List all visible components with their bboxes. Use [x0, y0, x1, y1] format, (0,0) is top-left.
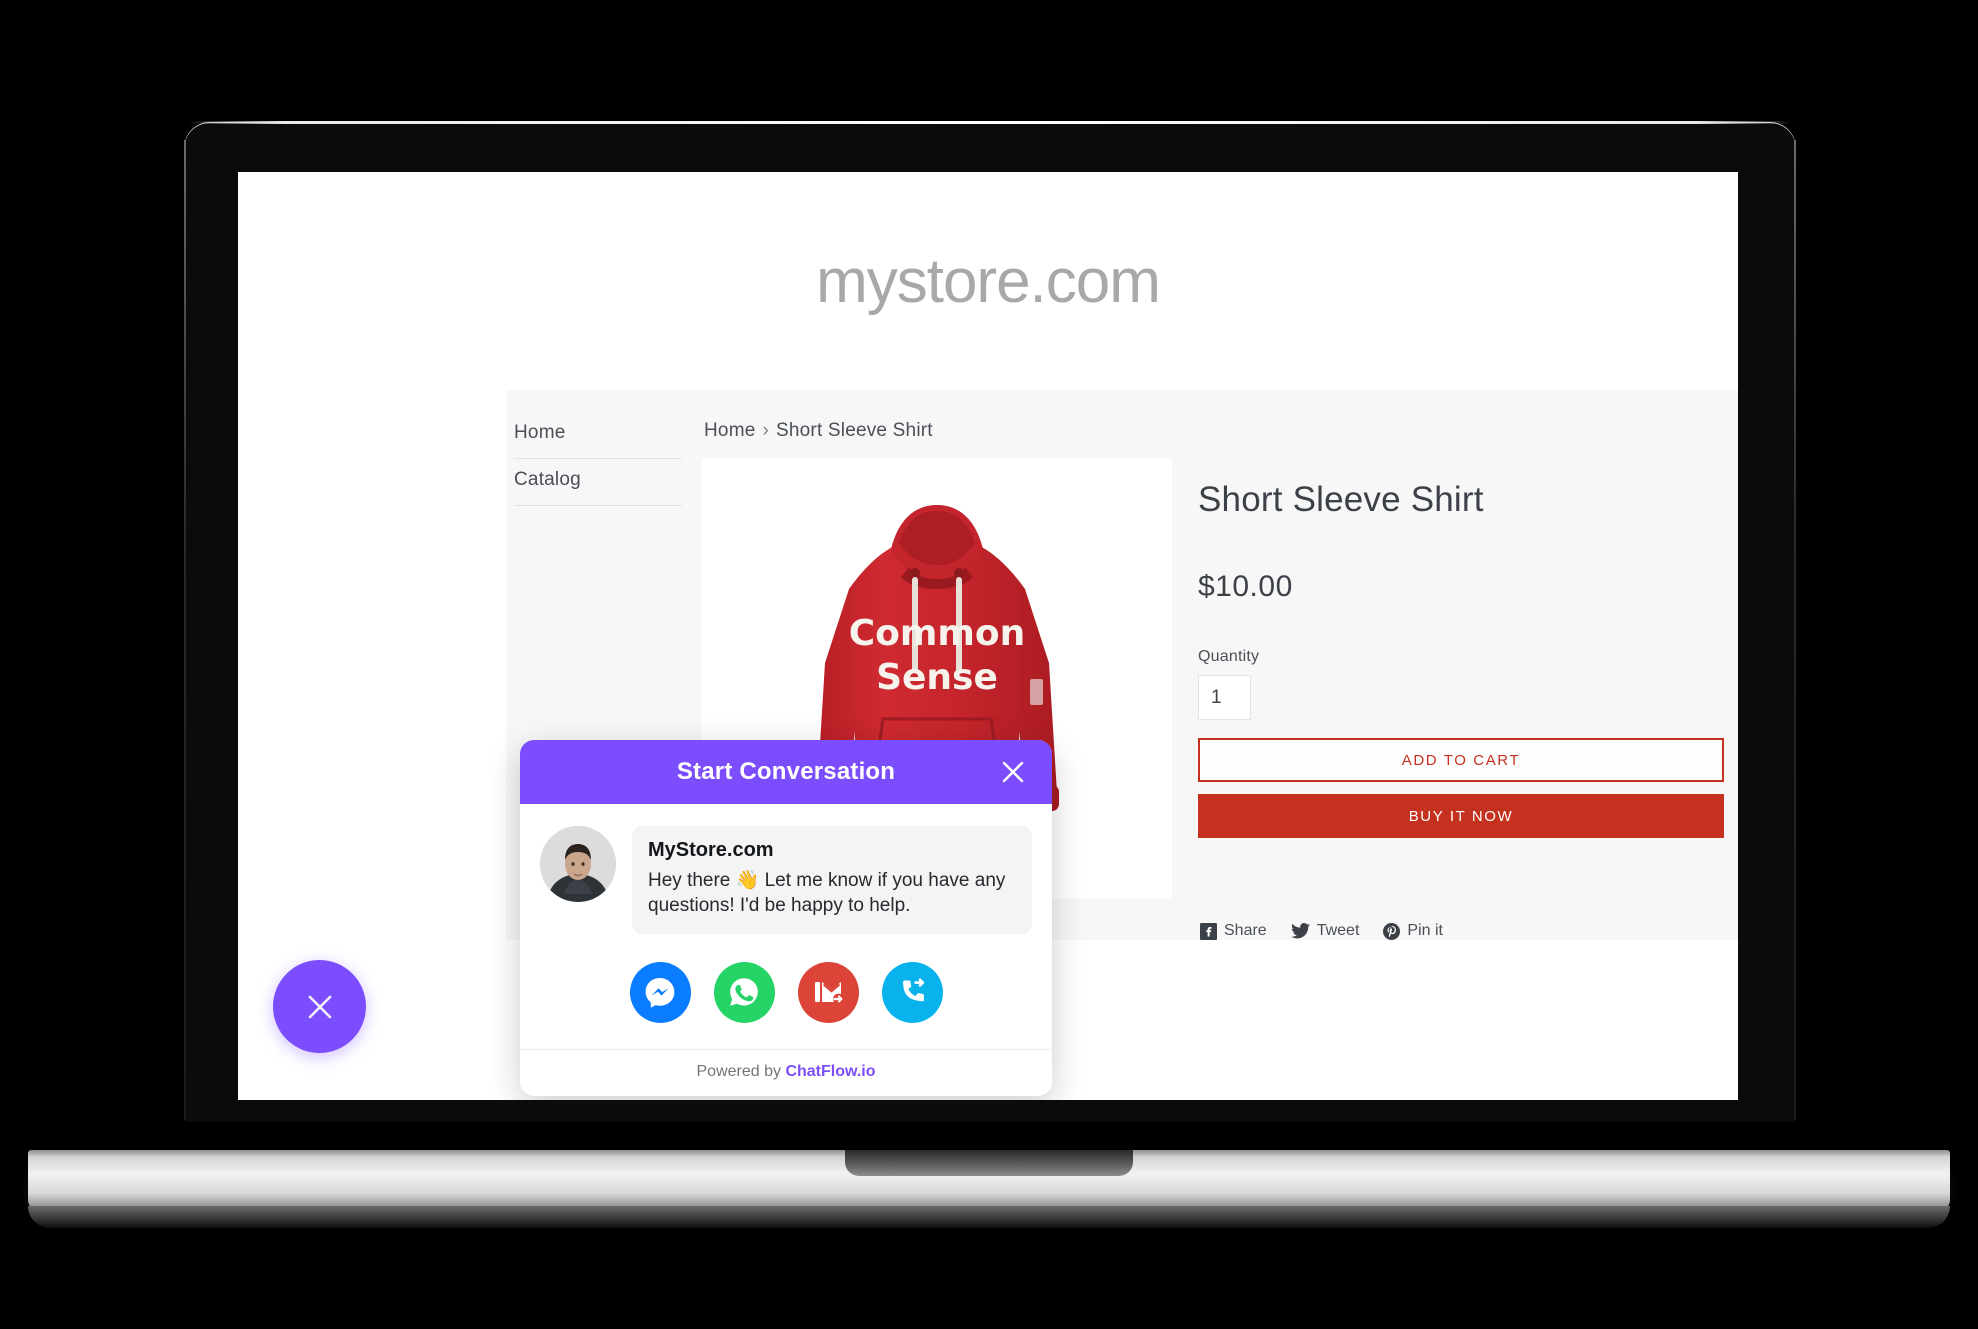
chat-greeting-message: Hey there 👋 Let me know if you have any … — [648, 870, 1006, 917]
chat-widget-header: Start Conversation — [520, 740, 1052, 804]
phone-forward-icon — [903, 978, 925, 1002]
chat-message-bubble: MyStore.com Hey there 👋 Let me know if y… — [632, 826, 1032, 934]
laptop-screen: mystore.com Home Catalog Home › Short Slee… — [238, 172, 1738, 1100]
breadcrumb-home-link[interactable]: Home — [704, 420, 755, 441]
share-pinterest-label: Pin it — [1407, 922, 1443, 939]
pinterest-icon — [1383, 922, 1401, 940]
laptop-mockup-stage: mystore.com Home Catalog Home › Short Slee… — [0, 0, 1978, 1329]
phone-channel-button[interactable] — [881, 961, 943, 1023]
chat-channel-row — [520, 944, 1052, 1049]
site-header: mystore.com — [238, 172, 1738, 390]
messenger-channel-button[interactable] — [629, 961, 691, 1023]
buy-it-now-button[interactable]: BUY IT NOW — [1198, 794, 1724, 838]
product-price: $10.00 — [1198, 570, 1293, 603]
facebook-icon — [1200, 922, 1217, 940]
sidebar-item-home[interactable]: Home — [514, 412, 682, 459]
chat-toggle-fab[interactable] — [273, 960, 366, 1053]
laptop-lid-top-edge — [188, 121, 1792, 124]
laptop-lid-left-edge — [184, 140, 186, 1120]
chat-widget-body: MyStore.com Hey there 👋 Let me know if y… — [520, 804, 1052, 944]
whatsapp-icon — [730, 978, 758, 1006]
laptop-lid-right-edge — [1794, 140, 1796, 1120]
breadcrumb: Home › Short Sleeve Shirt — [702, 412, 1724, 458]
close-icon[interactable] — [998, 757, 1028, 787]
add-to-cart-button[interactable]: ADD TO CART — [1198, 738, 1724, 782]
messenger-icon — [645, 978, 675, 1008]
breadcrumb-current: Short Sleeve Shirt — [776, 420, 933, 441]
close-icon-glyph — [1002, 761, 1024, 783]
product-info: Short Sleeve Shirt $10.00 Quantity ADD T… — [1198, 458, 1724, 898]
chatflow-brand-link[interactable]: ChatFlow.io — [785, 1063, 875, 1080]
laptop-base-foot — [28, 1206, 1950, 1228]
breadcrumb-separator-icon: › — [762, 420, 770, 441]
avatar — [540, 826, 616, 902]
share-facebook-label: Share — [1224, 922, 1267, 939]
hoodie-graphic-line2: Sense — [876, 657, 998, 698]
email-forward-icon — [815, 982, 844, 1005]
chat-widget-title: Start Conversation — [676, 758, 896, 785]
hoodie-graphic-line1: Common — [849, 613, 1026, 654]
product-title: Short Sleeve Shirt — [1198, 480, 1484, 519]
share-twitter-button[interactable]: Tweet — [1290, 922, 1360, 940]
quantity-label: Quantity — [1198, 648, 1260, 665]
share-pinterest-button[interactable]: Pin it — [1383, 922, 1443, 940]
avatar-photo — [540, 826, 616, 902]
chat-agent-name: MyStore.com — [648, 839, 774, 861]
sidebar-item-catalog[interactable]: Catalog — [514, 459, 682, 506]
laptop-base-notch — [845, 1150, 1133, 1176]
close-icon — [308, 995, 331, 1018]
twitter-icon — [1290, 922, 1310, 938]
social-share-row: Share Tweet Pin it — [1198, 898, 1724, 940]
whatsapp-channel-button[interactable] — [713, 961, 775, 1023]
powered-by-label: Powered by — [696, 1062, 786, 1080]
email-channel-button[interactable] — [797, 961, 859, 1023]
share-facebook-button[interactable]: Share — [1200, 922, 1267, 940]
chat-widget-footer: Powered by ChatFlow.io — [520, 1048, 1052, 1096]
site-logo: mystore.com — [816, 246, 1161, 316]
share-twitter-label: Tweet — [1316, 922, 1360, 939]
quantity-input[interactable] — [1198, 675, 1251, 720]
chat-widget-panel: Start Conversation MyStore.com Hey there… — [520, 740, 1052, 1096]
